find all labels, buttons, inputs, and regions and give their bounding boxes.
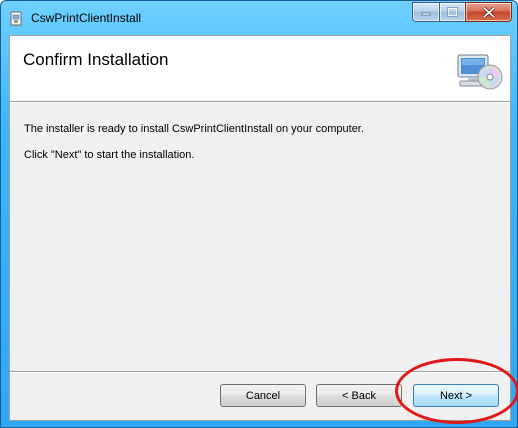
header-banner: Confirm Installation [10, 36, 510, 100]
cancel-button[interactable]: Cancel [220, 384, 306, 407]
computer-cd-icon [457, 54, 503, 90]
ready-message: The installer is ready to install CswPri… [24, 123, 364, 135]
window-controls [412, 2, 512, 22]
header-divider-highlight [10, 102, 510, 103]
footer-divider-highlight [10, 372, 510, 373]
dialog-client-area: Confirm Installation The installer is re… [9, 35, 511, 421]
next-button[interactable]: Next > [413, 384, 499, 407]
maximize-button[interactable] [439, 2, 465, 22]
page-title: Confirm Installation [23, 50, 169, 69]
window-title: CswPrintClientInstall [31, 11, 142, 25]
minimize-button[interactable] [412, 2, 439, 22]
close-icon [466, 3, 511, 21]
installer-app-icon [10, 11, 22, 26]
title-bar[interactable]: CswPrintClientInstall [1, 1, 517, 34]
instruction-message: Click "Next" to start the installation. [24, 149, 195, 161]
back-button[interactable]: < Back [316, 384, 402, 407]
installer-window: CswPrintClientInstall Confirm Installati… [0, 0, 518, 428]
maximize-icon [440, 3, 465, 21]
minimize-icon [413, 3, 439, 21]
close-button[interactable] [465, 2, 512, 22]
